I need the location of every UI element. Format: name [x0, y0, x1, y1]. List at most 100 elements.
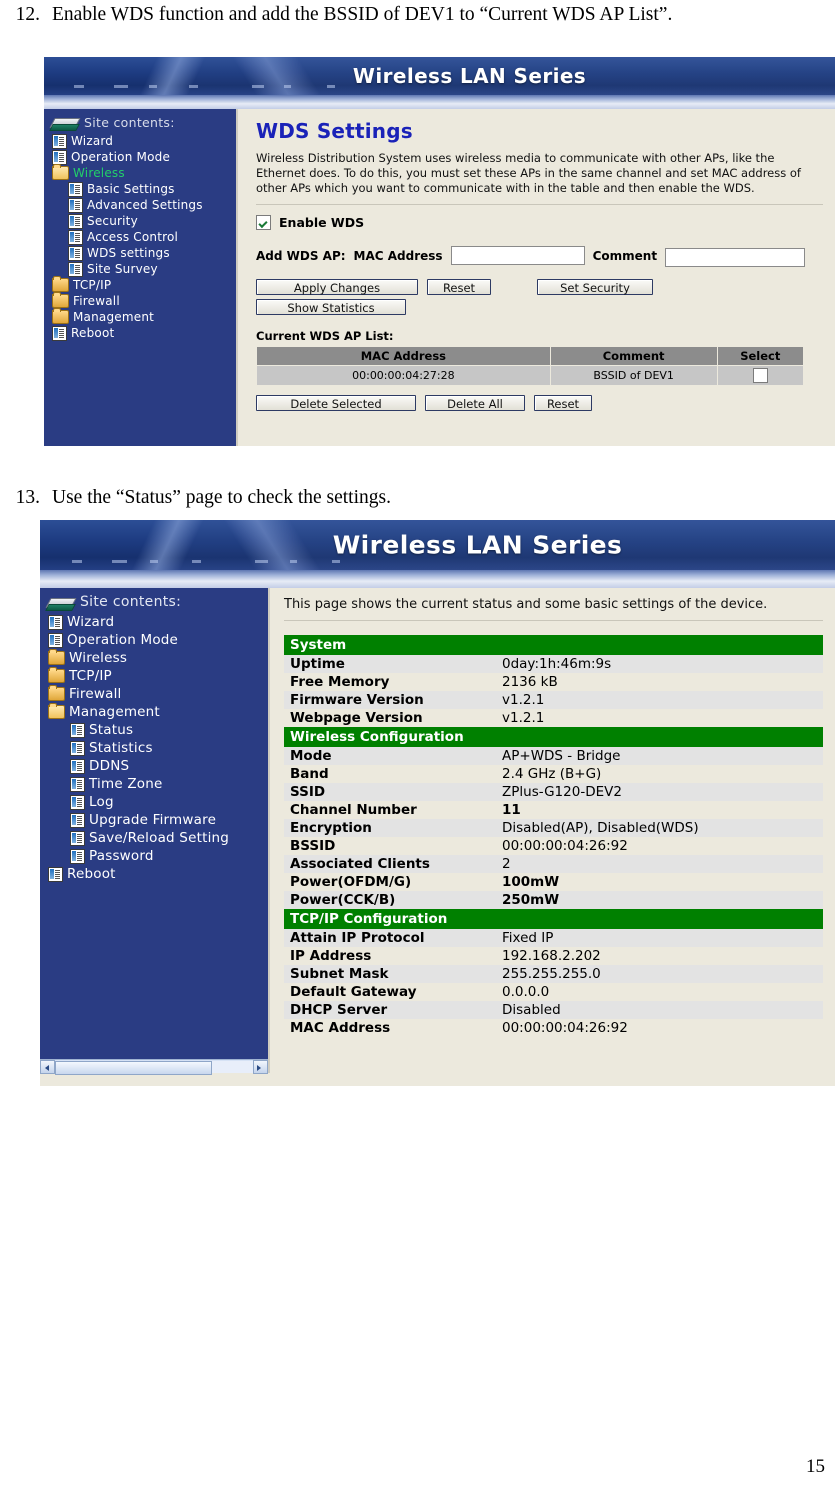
- sidebar-item-label: Upgrade Firmware: [89, 812, 217, 828]
- horizontal-scrollbar[interactable]: [40, 1059, 268, 1075]
- status-section-header: Wireless Configuration: [284, 727, 823, 747]
- status-row-value: 00:00:00:04:26:92: [496, 1019, 823, 1037]
- page-icon: [52, 325, 67, 341]
- sidebar-item-password[interactable]: Password: [40, 847, 268, 865]
- wds-settings-content: WDS Settings Wireless Distribution Syste…: [238, 109, 835, 446]
- device-icon: [50, 115, 78, 130]
- sidebar-item-wizard[interactable]: Wizard: [40, 613, 268, 631]
- scrollbar-track[interactable]: [55, 1060, 253, 1075]
- sidebar-item-operation-mode[interactable]: Operation Mode: [40, 631, 268, 649]
- sidebar-item-upgrade-firmware[interactable]: Upgrade Firmware: [40, 811, 268, 829]
- sidebar-item-status[interactable]: Status: [40, 721, 268, 739]
- reset-list-button[interactable]: Reset: [534, 395, 592, 411]
- scrollbar-thumb[interactable]: [55, 1060, 212, 1075]
- sidebar-item-ddns[interactable]: DDNS: [40, 757, 268, 775]
- product-banner: Wireless LAN Series: [40, 520, 835, 570]
- status-row-key: Firmware Version: [284, 691, 496, 709]
- sidebar-item-save-reload-setting[interactable]: Save/Reload Setting: [40, 829, 268, 847]
- sidebar-item-tcp-ip[interactable]: TCP/IP: [44, 276, 236, 293]
- folder-icon: [48, 649, 65, 665]
- sidebar-item-operation-mode[interactable]: Operation Mode: [44, 149, 236, 165]
- sidebar-item-label: Password: [89, 848, 154, 864]
- sidebar-item-label: Wizard: [67, 614, 115, 630]
- folder-icon: [52, 276, 69, 292]
- comment-input[interactable]: [665, 248, 806, 267]
- status-row: Attain IP Protocol Fixed IP: [284, 929, 823, 947]
- delete-selected-button[interactable]: Delete Selected: [256, 395, 416, 411]
- sidebar-item-label: Advanced Settings: [87, 198, 203, 212]
- site-contents-label: Site contents:: [80, 594, 182, 610]
- status-row-key: Free Memory: [284, 673, 496, 691]
- page-icon: [70, 812, 85, 828]
- sidebar-item-site-survey[interactable]: Site Survey: [44, 261, 236, 277]
- folder-icon: [48, 667, 65, 683]
- status-section-title: System: [284, 635, 823, 655]
- sidebar-item-security[interactable]: Security: [44, 213, 236, 229]
- sidebar-item-label: TCP/IP: [73, 278, 112, 292]
- status-row-key: SSID: [284, 783, 496, 801]
- divider: [284, 620, 823, 621]
- sidebar-item-label: Time Zone: [89, 776, 163, 792]
- sidebar-item-wireless[interactable]: Wireless: [44, 164, 236, 181]
- sidebar-item-management[interactable]: Management: [40, 703, 268, 721]
- step-12-text: Enable WDS function and add the BSSID of…: [52, 4, 673, 25]
- delete-buttons-row: Delete Selected Delete All Reset: [256, 395, 823, 411]
- step-12-number: 12.: [15, 4, 40, 25]
- status-row-value: 250mW: [496, 891, 823, 909]
- status-row-value: 0day:1h:46m:9s: [496, 655, 823, 673]
- status-row: DHCP Server Disabled: [284, 1001, 823, 1019]
- sidebar-item-wizard[interactable]: Wizard: [44, 133, 236, 149]
- reset-button[interactable]: Reset: [427, 279, 491, 295]
- page-icon: [48, 614, 63, 630]
- action-buttons-row: Apply Changes Reset Set Security: [256, 279, 823, 295]
- page-icon: [48, 632, 63, 648]
- set-security-button[interactable]: Set Security: [537, 279, 653, 295]
- page-icon: [68, 213, 83, 229]
- sidebar-item-label: WDS settings: [87, 246, 170, 260]
- sidebar-item-basic-settings[interactable]: Basic Settings: [44, 181, 236, 197]
- site-contents-sidebar: Site contents: Wizard Operation Mode Wirel…: [40, 588, 270, 1075]
- sidebar-item-access-control[interactable]: Access Control: [44, 229, 236, 245]
- status-row: Associated Clients 2: [284, 855, 823, 873]
- sidebar-item-tcp-ip[interactable]: TCP/IP: [40, 667, 268, 685]
- sidebar-item-log[interactable]: Log: [40, 793, 268, 811]
- scroll-left-arrow-icon[interactable]: [40, 1059, 55, 1074]
- sidebar-item-wds-settings[interactable]: WDS settings: [44, 245, 236, 261]
- sidebar-item-reboot[interactable]: Reboot: [44, 325, 236, 341]
- delete-all-button[interactable]: Delete All: [425, 395, 525, 411]
- sidebar-item-management[interactable]: Management: [44, 308, 236, 325]
- status-row: Uptime 0day:1h:46m:9s: [284, 655, 823, 673]
- apply-changes-button[interactable]: Apply Changes: [256, 279, 418, 295]
- sidebar-item-firewall[interactable]: Firewall: [40, 685, 268, 703]
- status-row: SSID ZPlus-G120-DEV2: [284, 783, 823, 801]
- device-icon: [46, 595, 74, 610]
- status-row: Channel Number 11: [284, 801, 823, 819]
- current-wds-ap-list-label: Current WDS AP List:: [256, 329, 394, 343]
- status-row-value: AP+WDS - Bridge: [496, 747, 823, 765]
- sidebar-item-advanced-settings[interactable]: Advanced Settings: [44, 197, 236, 213]
- site-contents-label: Site contents:: [84, 115, 175, 130]
- scroll-right-arrow-icon[interactable]: [253, 1059, 268, 1074]
- banner-dots: [40, 560, 835, 564]
- sidebar-item-label: Wireless: [69, 650, 128, 666]
- page-icon: [68, 229, 83, 245]
- site-contents-header: Site contents:: [40, 588, 268, 613]
- product-banner: Wireless LAN Series: [44, 57, 835, 95]
- sidebar-item-label: Firewall: [73, 294, 120, 308]
- status-row: IP Address 192.168.2.202: [284, 947, 823, 965]
- sidebar-item-firewall[interactable]: Firewall: [44, 292, 236, 309]
- sidebar-item-time-zone[interactable]: Time Zone: [40, 775, 268, 793]
- sidebar-item-label: Reboot: [71, 326, 115, 340]
- sidebar-item-label: TCP/IP: [69, 668, 112, 684]
- status-row-key: Mode: [284, 747, 496, 765]
- mac-address-input[interactable]: [450, 246, 585, 265]
- status-row-value: 100mW: [496, 873, 823, 891]
- sidebar-item-statistics[interactable]: Statistics: [40, 739, 268, 757]
- sidebar-item-wireless[interactable]: Wireless: [40, 649, 268, 667]
- sidebar-item-reboot[interactable]: Reboot: [40, 865, 268, 883]
- col-select: Select: [716, 346, 805, 366]
- show-statistics-button[interactable]: Show Statistics: [256, 299, 406, 315]
- page-icon: [70, 776, 85, 792]
- row-select-checkbox[interactable]: [752, 368, 768, 383]
- enable-wds-checkbox[interactable]: [256, 215, 271, 230]
